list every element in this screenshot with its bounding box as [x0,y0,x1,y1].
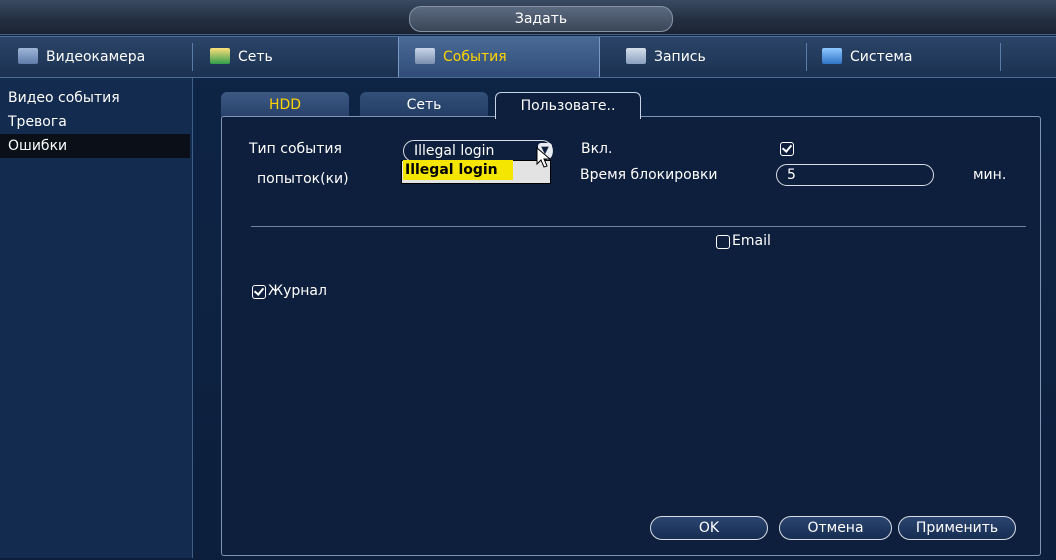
nav-camera-label: Видеокамера [46,49,146,65]
sidebar-item-errors[interactable]: Ошибки [0,134,190,158]
camera-icon [18,48,38,64]
main-nav: Видеокамера Сеть События Запись Система [0,36,1056,78]
nav-system[interactable]: Система [822,37,1002,77]
window-title: Задать [409,6,673,32]
log-label: Журнал [268,283,327,299]
divider [251,226,1026,227]
lock-time-label: Время блокировки [580,167,718,183]
sidebar-item-video-events[interactable]: Видео события [0,86,190,110]
events-icon [415,48,435,64]
lock-time-input[interactable]: 5 [776,164,934,186]
nav-events-label: События [443,49,507,65]
email-label: Email [732,233,771,249]
nav-network[interactable]: Сеть [210,37,390,77]
cancel-button[interactable]: Отмена [779,516,892,540]
attempts-label: попыток(ки) [257,171,349,187]
lock-time-unit: мин. [973,167,1007,183]
tab-hdd[interactable]: HDD [221,92,349,118]
network-icon [210,48,230,64]
nav-network-label: Сеть [238,49,273,65]
nav-divider [1000,43,1001,71]
tab-user[interactable]: Пользовате.. [495,92,641,119]
nav-events[interactable]: События [398,37,600,77]
nav-record[interactable]: Запись [612,37,802,77]
system-icon [822,48,842,64]
event-type-label: Тип события [249,141,342,157]
event-type-select[interactable]: Illegal login [403,140,553,162]
nav-camera[interactable]: Видеокамера [0,37,188,77]
record-icon [626,48,646,64]
mouse-cursor-icon [536,147,552,168]
nav-record-label: Запись [654,49,706,65]
enable-checkbox[interactable] [780,142,794,156]
nav-divider [806,43,807,71]
enable-label: Вкл. [581,141,613,157]
settings-window: Задать Видеокамера Сеть События Запись С… [0,0,1056,560]
ok-button[interactable]: OK [650,516,768,540]
apply-button[interactable]: Применить [898,516,1016,540]
log-checkbox[interactable] [252,285,266,299]
nav-system-label: Система [850,49,913,65]
email-checkbox[interactable] [716,235,730,249]
dropdown-option-illegal-login[interactable]: Illegal login [403,160,513,180]
tab-network[interactable]: Сеть [360,92,488,118]
nav-divider [192,43,193,71]
sidebar-item-alarm[interactable]: Тревога [0,110,190,134]
